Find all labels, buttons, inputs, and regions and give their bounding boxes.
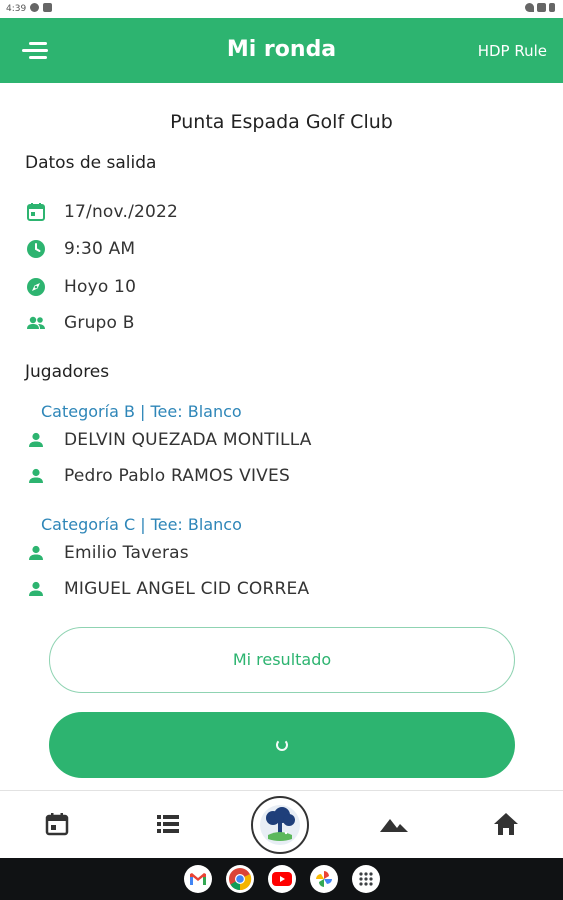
group-text: Grupo B [64,313,135,333]
section-title-departure: Datos de salida [25,153,157,173]
info-row-group: Grupo B [25,311,135,335]
person-icon [25,542,47,564]
chrome-app[interactable] [226,865,254,893]
youtube-app[interactable] [268,865,296,893]
club-name: Punta Espada Golf Club [170,111,393,133]
app-bar: Mi ronda HDP Rule [0,18,563,83]
date-text: 17/nov./2022 [64,202,179,222]
clock-icon [25,238,47,260]
loading-spinner-icon [276,739,288,751]
time-text: 9:30 AM [64,239,136,259]
section-title-players: Jugadores [25,362,110,382]
player-row: MIGUEL ANGEL CID CORREA [25,577,309,601]
player-row: Pedro Pablo RAMOS VIVES [25,464,290,488]
photos-app[interactable] [310,865,338,893]
home-icon [494,813,518,835]
loading-button[interactable] [49,712,515,778]
group-icon [25,312,47,334]
hole-text: Hoyo 10 [64,277,137,297]
person-icon [25,578,47,600]
sim-icon [43,3,52,12]
calendar-icon [45,813,69,836]
person-icon [25,465,47,487]
signal-icon [537,3,546,12]
person-icon [25,429,47,451]
system-dock [0,858,563,900]
nav-home[interactable] [491,809,521,839]
notification-icon [30,3,39,12]
hdp-rule-link[interactable]: HDP Rule [478,42,547,60]
category-label: Categoría C | Tee: Blanco [41,515,242,534]
wifi-icon [525,3,534,12]
player-name: MIGUEL ANGEL CID CORREA [64,579,310,599]
player-name: Pedro Pablo RAMOS VIVES [64,466,290,486]
my-result-button[interactable]: Mi resultado [49,627,515,693]
status-time: 4:39 [6,4,27,14]
photos-icon [316,871,332,887]
club-logo[interactable] [251,796,309,854]
battery-icon [549,3,555,12]
status-bar: 4:39 [0,0,563,18]
player-name: DELVIN QUEZADA MONTILLA [64,430,312,450]
tree-logo-icon [260,805,300,845]
category-label: Categoría B | Tee: Blanco [41,402,242,421]
player-row: Emilio Taveras [25,541,189,565]
gmail-icon [190,873,206,885]
bottom-nav [0,790,563,858]
info-row-hole: Hoyo 10 [25,275,136,299]
app-drawer[interactable] [352,865,380,893]
player-name: Emilio Taveras [64,543,189,563]
chrome-icon [229,868,252,891]
info-row-time: 9:30 AM [25,237,135,261]
compass-icon [25,276,47,298]
info-row-date: 17/nov./2022 [25,200,178,224]
mountain-icon [380,819,408,832]
gmail-app[interactable] [184,865,212,893]
youtube-icon [272,872,292,886]
calendar-icon [25,201,47,223]
nav-calendar[interactable] [42,809,72,839]
list-icon [157,815,179,833]
nav-list[interactable] [153,809,183,839]
app-drawer-icon [359,872,373,886]
player-row: DELVIN QUEZADA MONTILLA [25,428,312,452]
nav-mountain[interactable] [379,809,409,839]
